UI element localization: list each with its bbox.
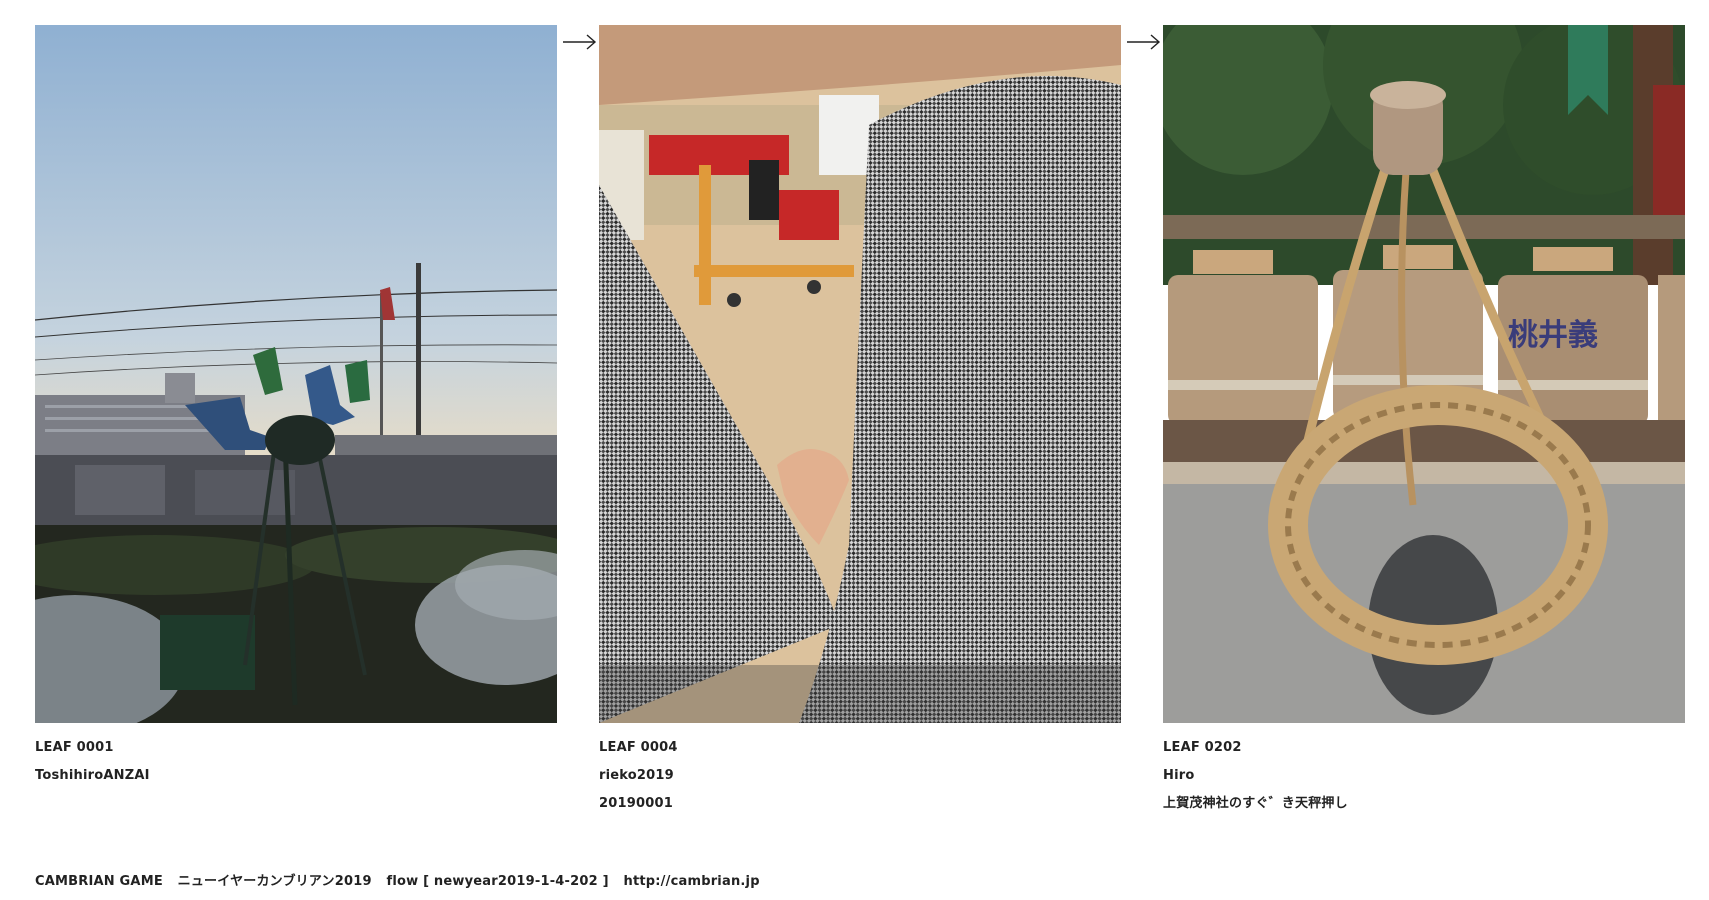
sunset-field-photo [35, 25, 557, 723]
footer-flow-id: flow [ newyear2019-1-4-202 ] [386, 874, 609, 889]
leaf-caption-0004: LEAF 0004 rieko2019 20190001 [599, 734, 1121, 818]
flow-arrow-icon [1126, 28, 1162, 56]
footer: CAMBRIAN GAME ニューイヤーカンブリアン2019 flow [ ne… [35, 870, 770, 889]
barrel-label: 桃井義 [1508, 318, 1598, 353]
leaf-card-0202[interactable]: 桃井義 LEAF 0202 Hiro 上賀茂神社のすぐ゛き天秤押し [1163, 25, 1685, 818]
leaf-note [35, 790, 557, 818]
leaf-author[interactable]: ToshihiroANZAI [35, 762, 557, 790]
leaf-note: 20190001 [599, 796, 673, 811]
leaf-card-0001[interactable]: LEAF 0001 ToshihiroANZAI [35, 25, 557, 818]
page: LEAF 0001 ToshihiroANZAI LEAF 0004 rieko… [0, 0, 1709, 900]
leaf-author[interactable]: Hiro [1163, 762, 1685, 790]
leaf-photo-0202[interactable]: 桃井義 [1163, 25, 1685, 723]
leaf-id[interactable]: LEAF 0001 [35, 734, 557, 762]
flow-arrow-icon [562, 28, 598, 56]
leaf-photo-0001[interactable] [35, 25, 557, 723]
leaf-card-0004[interactable]: LEAF 0004 rieko2019 20190001 [599, 25, 1121, 818]
leaf-id[interactable]: LEAF 0202 [1163, 734, 1685, 762]
leaf-author[interactable]: rieko2019 [599, 762, 1121, 790]
leaf-caption-0202: LEAF 0202 Hiro 上賀茂神社のすぐ゛き天秤押し [1163, 734, 1685, 818]
leaf-id[interactable]: LEAF 0004 [599, 734, 1121, 762]
footer-site-link[interactable]: http://cambrian.jp [623, 874, 759, 889]
leaf-photo-0004[interactable] [599, 25, 1121, 723]
footer-game-title: ニューイヤーカンブリアン2019 [177, 874, 372, 889]
houndstooth-legs-photo [599, 25, 1121, 723]
footer-game-name: CAMBRIAN GAME [35, 874, 163, 889]
leaf-note: 上賀茂神社のすぐ゛き天秤押し [1163, 796, 1348, 811]
leaf-caption-0001: LEAF 0001 ToshihiroANZAI [35, 734, 557, 818]
rope-weight-photo: 桃井義 [1163, 25, 1685, 723]
